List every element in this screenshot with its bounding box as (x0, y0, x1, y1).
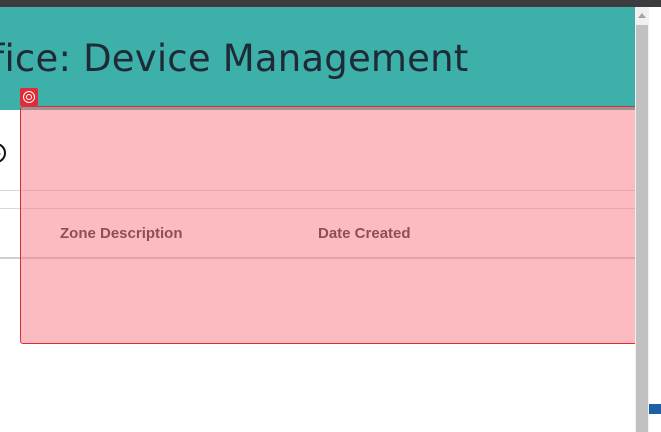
vertical-scrollbar[interactable] (635, 7, 649, 432)
browser-top-bar (0, 0, 661, 7)
arrow-up-icon[interactable] (635, 7, 649, 24)
page-title: ffice: Device Management (0, 37, 469, 80)
page-header: ffice: Device Management (0, 7, 635, 110)
taskbar-fragment (649, 404, 661, 414)
scrollbar-thumb[interactable] (636, 25, 648, 432)
target-icon (20, 88, 38, 106)
right-window-edge (649, 7, 661, 432)
chevron-circle-icon[interactable] (0, 143, 6, 163)
element-highlight-overlay (20, 106, 661, 344)
